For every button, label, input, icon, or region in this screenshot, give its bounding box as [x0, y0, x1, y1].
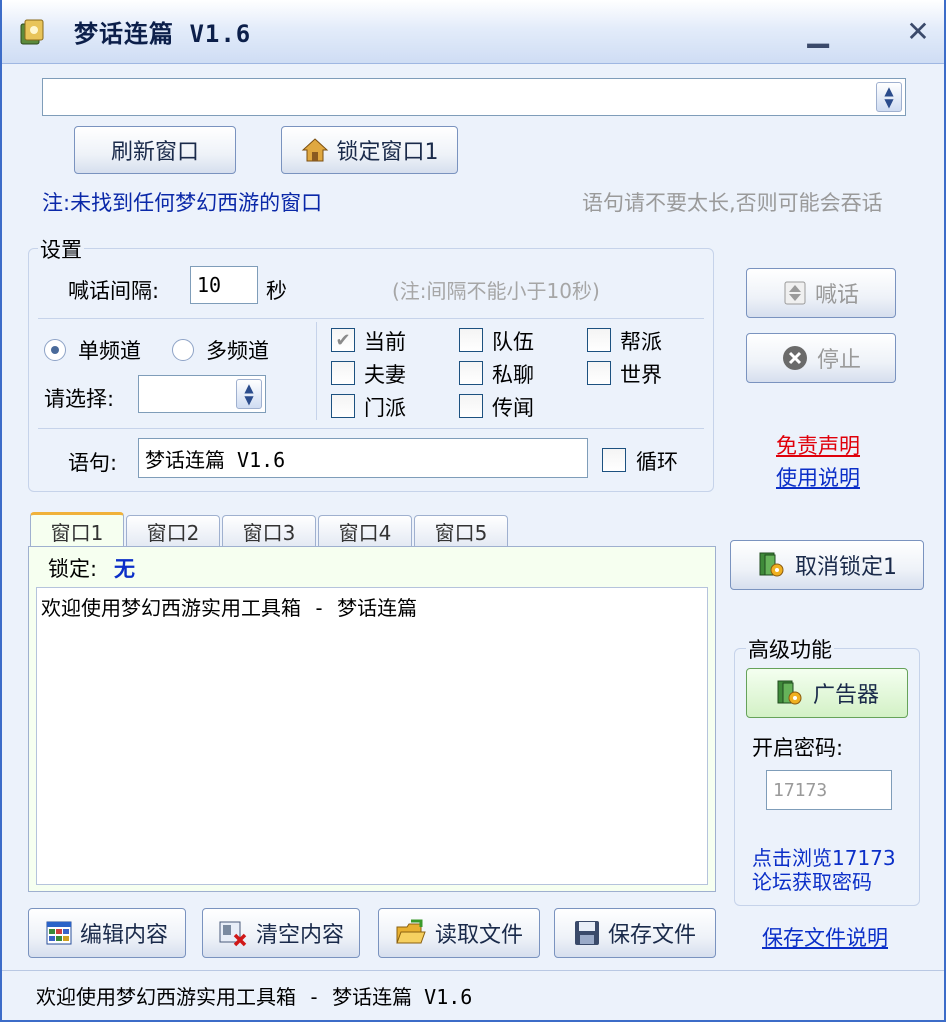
save-file-label: 保存文件: [607, 923, 696, 948]
status-text: 欢迎使用梦幻西游实用工具箱 - 梦话连篇 V1.6: [36, 985, 473, 1009]
ad-book-gear-icon: [777, 680, 802, 705]
refresh-window-label: 刷新窗口: [110, 140, 199, 165]
main-window: 梦话连篇 V1.6 ▁ ✕ ▲ ▼ 刷新窗口 锁定窗口1 注:未找到任何梦幻西游的…: [0, 0, 946, 1022]
team-channel-checkbox[interactable]: [459, 328, 483, 352]
settings-divider-vertical: [316, 322, 317, 420]
clear-content-label: 清空内容: [255, 923, 344, 948]
minimize-button[interactable]: ▁: [798, 12, 838, 52]
refresh-window-button[interactable]: 刷新窗口: [74, 126, 236, 174]
multi-channel-radio[interactable]: [172, 339, 194, 361]
sentence-input[interactable]: 梦话连篇 V1.6: [138, 438, 588, 478]
stop-button[interactable]: 停止: [746, 333, 896, 383]
ad-button[interactable]: 广告器: [746, 668, 908, 718]
edit-content-button[interactable]: 编辑内容: [28, 908, 186, 958]
save-file-button[interactable]: 保存文件: [554, 908, 716, 958]
lock-window-label: 锁定窗口1: [336, 140, 439, 165]
channel-select[interactable]: ▲ ▼: [138, 375, 266, 413]
sentence-label: 语句:: [68, 451, 118, 475]
check-mark-icon: ✔: [335, 329, 351, 351]
password-input[interactable]: 17173: [766, 770, 892, 810]
current-channel-checkbox[interactable]: ✔: [331, 328, 355, 352]
current-channel-label: 当前: [364, 330, 406, 354]
edit-content-label: 编辑内容: [79, 923, 168, 948]
couple-channel-label: 夫妻: [364, 363, 406, 387]
tab-window-4[interactable]: 窗口4: [318, 515, 412, 547]
multi-channel-label: 多频道: [206, 339, 269, 363]
unlock-label: 取消锁定1: [795, 555, 897, 580]
shout-button[interactable]: 喊话: [746, 268, 896, 318]
settings-divider-bottom: [38, 428, 704, 429]
log-text: 欢迎使用梦幻西游实用工具箱 - 梦话连篇: [41, 596, 418, 620]
read-file-label: 读取文件: [434, 923, 523, 948]
team-channel-label: 队伍: [492, 330, 534, 354]
sect-channel-checkbox[interactable]: [331, 394, 355, 418]
single-channel-label: 单频道: [78, 339, 141, 363]
floppy-icon: [574, 921, 599, 945]
single-channel-radio[interactable]: [44, 339, 66, 361]
lock-status-label: 锁定:: [48, 557, 98, 581]
channel-select-arrows-icon[interactable]: ▲ ▼: [236, 379, 262, 409]
private-channel-checkbox[interactable]: [459, 361, 483, 385]
settings-group-label: 设置: [38, 234, 84, 264]
gang-channel-checkbox[interactable]: [587, 328, 611, 352]
private-channel-label: 私聊: [492, 363, 534, 387]
log-textarea[interactable]: 欢迎使用梦幻西游实用工具箱 - 梦话连篇: [36, 587, 708, 885]
lock-window-button[interactable]: 锁定窗口1: [281, 126, 458, 174]
folder-open-icon: [396, 919, 426, 944]
ad-label: 广告器: [812, 683, 879, 708]
card-delete-icon: [219, 921, 247, 947]
settings-divider-top: [38, 318, 704, 319]
tab-window-5[interactable]: 窗口5: [414, 515, 508, 547]
loop-label: 循环: [636, 450, 678, 474]
world-channel-checkbox[interactable]: [587, 361, 611, 385]
clear-content-button[interactable]: 清空内容: [202, 908, 360, 958]
password-label: 开启密码:: [752, 736, 844, 760]
interval-label: 喊话间隔:: [68, 279, 160, 303]
close-button[interactable]: ✕: [898, 12, 938, 52]
loop-checkbox[interactable]: [602, 448, 626, 472]
app-icon: [20, 19, 44, 45]
shout-label: 喊话: [814, 283, 859, 308]
interval-input[interactable]: 10: [190, 266, 258, 304]
rumor-channel-label: 传闻: [492, 396, 534, 420]
sect-channel-label: 门派: [364, 396, 406, 420]
rumor-channel-checkbox[interactable]: [459, 394, 483, 418]
usage-link[interactable]: 使用说明: [776, 462, 860, 492]
read-file-button[interactable]: 读取文件: [378, 908, 540, 958]
advanced-group-label: 高级功能: [746, 634, 834, 664]
couple-channel-checkbox[interactable]: [331, 361, 355, 385]
lock-status-value: 无: [114, 557, 135, 581]
house-icon: [301, 138, 328, 162]
world-channel-label: 世界: [620, 363, 662, 387]
spin-arrows-icon[interactable]: ▲ ▼: [876, 82, 902, 112]
window-status-note: 注:未找到任何梦幻西游的窗口: [42, 191, 323, 215]
title-bar[interactable]: 梦话连篇 V1.6 ▁ ✕: [2, 0, 944, 64]
grid-icon: [46, 921, 72, 945]
tab-window-2[interactable]: 窗口2: [126, 515, 220, 547]
window-title: 梦话连篇 V1.6: [74, 20, 252, 48]
length-warning-note: 语句请不要太长,否则可能会吞话: [582, 191, 883, 215]
gang-channel-label: 帮派: [620, 330, 662, 354]
unlock-button[interactable]: 取消锁定1: [730, 540, 924, 590]
disclaimer-link[interactable]: 免责声明: [776, 430, 860, 460]
interval-note: (注:间隔不能小于10秒): [392, 279, 600, 303]
interval-unit: 秒: [266, 279, 287, 303]
shout-icon: [784, 281, 806, 305]
window-select[interactable]: ▲ ▼: [42, 78, 906, 116]
browse-link-line-2[interactable]: 论坛获取密码: [752, 866, 872, 895]
tab-window-3[interactable]: 窗口3: [222, 515, 316, 547]
tab-window-1[interactable]: 窗口1: [30, 512, 124, 548]
stop-icon: [782, 346, 807, 370]
select-label: 请选择:: [44, 387, 115, 411]
close-icon: ✕: [906, 15, 930, 48]
stop-label: 停止: [816, 348, 861, 373]
minimize-icon: ▁: [807, 15, 829, 48]
book-gear-icon: [759, 552, 784, 577]
save-file-help-link[interactable]: 保存文件说明: [762, 922, 888, 952]
status-bar: 欢迎使用梦幻西游实用工具箱 - 梦话连篇 V1.6: [2, 970, 944, 1020]
